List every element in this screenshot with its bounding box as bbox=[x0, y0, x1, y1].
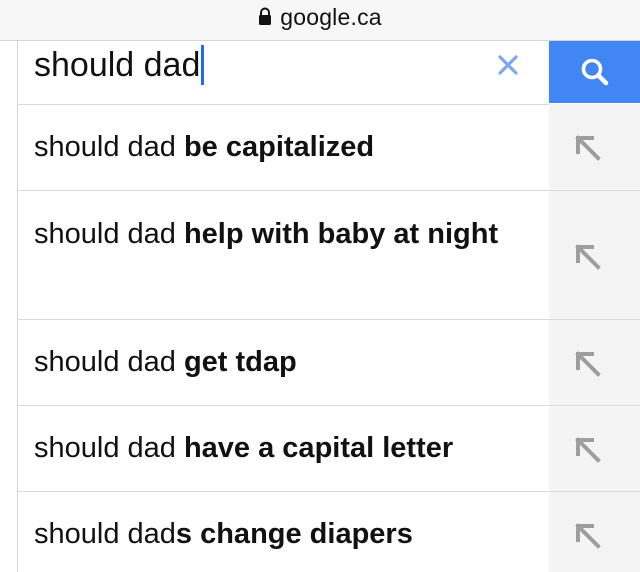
fill-query-button[interactable] bbox=[549, 320, 640, 405]
suggestion-text: should dad get tdap bbox=[34, 341, 534, 383]
close-icon[interactable] bbox=[492, 49, 524, 81]
search-bar: should dad bbox=[18, 41, 640, 105]
fill-query-button[interactable] bbox=[549, 492, 640, 572]
fill-query-button[interactable] bbox=[549, 104, 640, 190]
suggestion-prefix: should dad bbox=[34, 432, 176, 464]
suggestion-prefix: should dad bbox=[34, 131, 176, 163]
suggestion-item[interactable]: should dad get tdap bbox=[18, 320, 640, 406]
search-input[interactable]: should dad bbox=[34, 45, 205, 85]
search-query-text: should dad bbox=[34, 46, 201, 84]
suggestion-text: should dad have a capital letter bbox=[34, 427, 534, 469]
suggestion-text: should dad help with baby at night bbox=[34, 213, 534, 255]
suggestion-prefix: should dad bbox=[34, 346, 176, 378]
arrow-up-left-icon bbox=[575, 523, 601, 549]
lock-icon bbox=[259, 7, 272, 25]
suggestion-item[interactable]: should dad be capitalized bbox=[18, 104, 640, 191]
search-panel: should dad should dad be capitalized sho… bbox=[17, 41, 640, 572]
suggestion-completion: help with baby at night bbox=[175, 218, 499, 250]
text-caret bbox=[201, 45, 205, 85]
suggestion-prefix: should dad bbox=[34, 518, 176, 550]
suggestion-prefix: should dad bbox=[34, 218, 176, 250]
suggestion-item[interactable]: should dads change diapers bbox=[18, 492, 640, 572]
fill-query-button[interactable] bbox=[549, 191, 640, 319]
arrow-up-left-icon bbox=[575, 437, 601, 463]
url-display[interactable]: google.ca bbox=[0, 4, 640, 30]
suggestion-text: should dad be capitalized bbox=[34, 126, 534, 168]
browser-address-bar[interactable]: google.ca bbox=[0, 0, 640, 41]
suggestion-text: should dads change diapers bbox=[34, 513, 534, 555]
suggestion-item[interactable]: should dad help with baby at night bbox=[18, 191, 640, 320]
arrow-up-left-icon bbox=[575, 351, 601, 377]
url-text: google.ca bbox=[280, 3, 382, 30]
arrow-up-left-icon bbox=[575, 244, 601, 270]
search-icon bbox=[581, 58, 608, 86]
suggestion-completion: be capitalized bbox=[175, 131, 375, 163]
suggestion-completion: s change diapers bbox=[175, 518, 413, 550]
arrow-up-left-icon bbox=[575, 135, 601, 161]
fill-query-button[interactable] bbox=[549, 406, 640, 491]
suggestion-item[interactable]: should dad have a capital letter bbox=[18, 406, 640, 492]
search-button[interactable] bbox=[549, 41, 640, 103]
suggestion-completion: have a capital letter bbox=[175, 432, 454, 464]
suggestion-completion: get tdap bbox=[175, 346, 297, 378]
